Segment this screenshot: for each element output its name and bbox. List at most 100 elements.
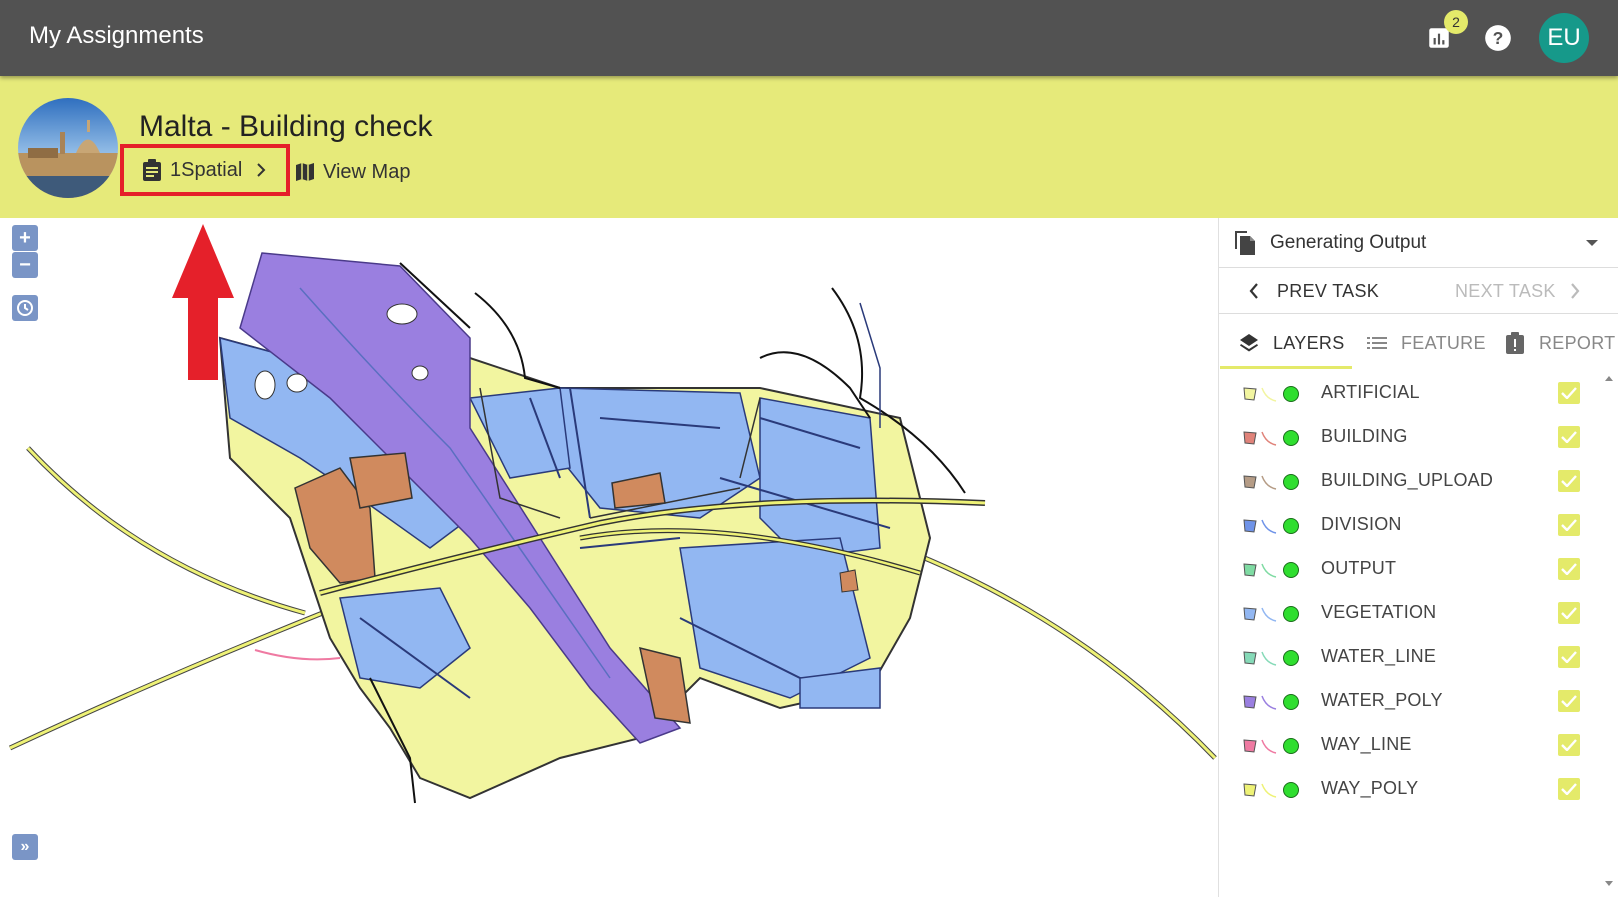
line-symbol-icon [1261, 695, 1277, 710]
map-canvas[interactable]: + − » [0, 218, 1218, 897]
scroll-up-arrow-icon[interactable] [1605, 376, 1613, 381]
check-icon [1561, 431, 1577, 443]
prev-task-label: PREV TASK [1277, 280, 1380, 301]
stage-label: Generating Output [1270, 232, 1427, 253]
polygon-symbol-icon [1243, 607, 1257, 621]
list-icon [1367, 337, 1387, 349]
point-symbol-icon [1283, 782, 1299, 798]
check-icon [1561, 651, 1577, 663]
layer-row-way-line[interactable]: WAY_LINE [1219, 723, 1599, 768]
help-button[interactable]: ? [1480, 20, 1516, 56]
clock-icon [17, 300, 33, 316]
scroll-down-arrow-icon[interactable] [1605, 881, 1613, 886]
layer-visibility-checkbox[interactable] [1558, 426, 1580, 448]
line-symbol-icon [1261, 519, 1277, 534]
layer-row-output[interactable]: OUTPUT [1219, 547, 1599, 592]
chevron-right-icon [257, 163, 266, 177]
layer-visibility-checkbox[interactable] [1558, 690, 1580, 712]
line-symbol-icon [1261, 651, 1277, 666]
layer-visibility-checkbox[interactable] [1558, 514, 1580, 536]
layer-row-division[interactable]: DIVISION [1219, 503, 1599, 548]
chevron-left-icon [1249, 283, 1258, 299]
polygon-symbol-icon [1243, 563, 1257, 577]
layer-row-vegetation[interactable]: VEGETATION [1219, 591, 1599, 636]
line-symbol-icon [1261, 739, 1277, 754]
layer-row-water-line[interactable]: WATER_LINE [1219, 635, 1599, 680]
layer-row-water-poly[interactable]: WATER_POLY [1219, 679, 1599, 724]
project-thumbnail [18, 98, 118, 198]
polygon-symbol-icon [1243, 431, 1257, 445]
layer-name: WAY_LINE [1321, 734, 1412, 754]
line-symbol-icon [1261, 387, 1277, 402]
layer-visibility-checkbox[interactable] [1558, 382, 1580, 404]
view-map-label: View Map [323, 160, 411, 183]
tab-report-label: REPORT [1539, 332, 1616, 353]
user-avatar[interactable]: EU [1539, 13, 1589, 63]
tab-feature-label: FEATURE [1401, 332, 1486, 353]
map-features [8, 224, 1217, 804]
layer-visibility-checkbox[interactable] [1558, 558, 1580, 580]
check-icon [1561, 607, 1577, 619]
tab-layers[interactable]: LAYERS [1239, 323, 1345, 363]
point-symbol-icon [1283, 474, 1299, 490]
layer-name: BUILDING [1321, 426, 1408, 446]
point-symbol-icon [1283, 430, 1299, 446]
organisation-link[interactable]: 1Spatial [120, 144, 290, 196]
check-icon [1561, 475, 1577, 487]
layer-row-artificial[interactable]: ARTIFICIAL [1219, 371, 1599, 416]
layer-name: DIVISION [1321, 514, 1402, 534]
polygon-symbol-icon [1243, 695, 1257, 709]
tab-report[interactable]: REPORT [1505, 323, 1615, 363]
layer-visibility-checkbox[interactable] [1558, 602, 1580, 624]
line-symbol-icon [1261, 607, 1277, 622]
zoom-out-button[interactable]: − [12, 252, 38, 278]
zoom-in-button[interactable]: + [12, 225, 38, 251]
layer-visibility-checkbox[interactable] [1558, 778, 1580, 800]
expand-panel-button[interactable]: » [12, 834, 38, 860]
layer-name: VEGETATION [1321, 602, 1437, 622]
layer-name: ARTIFICIAL [1321, 382, 1420, 402]
point-symbol-icon [1283, 738, 1299, 754]
check-icon [1561, 695, 1577, 707]
tab-layers-label: LAYERS [1273, 332, 1345, 353]
view-map-link[interactable]: View Map [295, 156, 410, 188]
check-icon [1561, 519, 1577, 531]
stage-selector[interactable]: Generating Output [1219, 218, 1618, 268]
side-panel: Generating Output PREV TASK NEXT TASK LA… [1218, 218, 1618, 897]
point-symbol-icon [1283, 650, 1299, 666]
layer-visibility-checkbox[interactable] [1558, 734, 1580, 756]
chevron-right-icon [1570, 283, 1580, 299]
copy-document-icon [1235, 231, 1255, 255]
help-icon: ? [1485, 25, 1511, 51]
line-symbol-icon [1261, 475, 1277, 490]
tab-feature[interactable]: FEATURE [1367, 323, 1486, 363]
top-app-bar: My Assignments 2 ? EU [0, 0, 1618, 76]
layer-visibility-checkbox[interactable] [1558, 470, 1580, 492]
prev-task-button[interactable]: PREV TASK [1249, 277, 1379, 305]
polygon-symbol-icon [1243, 651, 1257, 665]
panel-tabs: LAYERS FEATURE REPORT [1219, 315, 1618, 369]
check-icon [1561, 783, 1577, 795]
organisation-label: 1Spatial [170, 158, 243, 181]
line-symbol-icon [1261, 783, 1277, 798]
app-title[interactable]: My Assignments [29, 22, 204, 50]
line-symbol-icon [1261, 563, 1277, 578]
polygon-symbol-icon [1243, 387, 1257, 401]
layers-scrollbar[interactable] [1602, 371, 1616, 897]
polygon-symbol-icon [1243, 519, 1257, 533]
layer-row-building[interactable]: BUILDING [1219, 415, 1599, 460]
layer-row-building-upload[interactable]: BUILDING_UPLOAD [1219, 459, 1599, 504]
next-task-label: NEXT TASK [1455, 280, 1556, 301]
clipboard-icon [143, 159, 161, 181]
next-task-button[interactable]: NEXT TASK [1455, 277, 1580, 305]
point-symbol-icon [1283, 606, 1299, 622]
point-symbol-icon [1283, 386, 1299, 402]
notification-badge: 2 [1444, 10, 1468, 34]
map-icon [296, 163, 314, 181]
layer-row-way-poly[interactable]: WAY_POLY [1219, 767, 1599, 812]
history-button[interactable] [12, 295, 38, 321]
project-title: Malta - Building check [139, 110, 433, 143]
layer-visibility-checkbox[interactable] [1558, 646, 1580, 668]
active-tab-indicator [1220, 366, 1352, 369]
task-navigation: PREV TASK NEXT TASK [1219, 268, 1618, 314]
